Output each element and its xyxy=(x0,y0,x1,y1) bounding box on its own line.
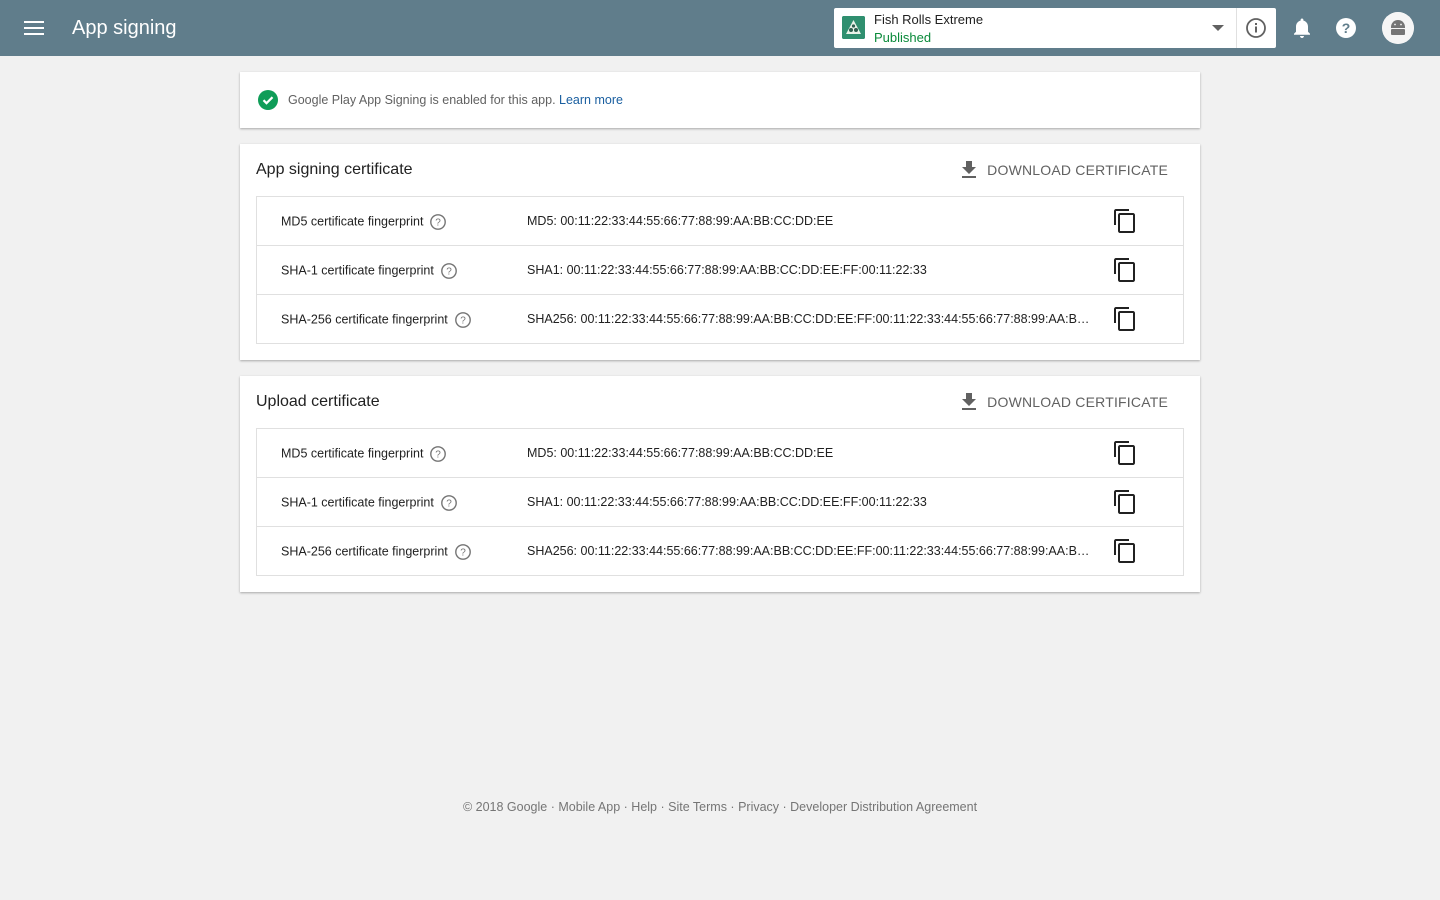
svg-text:?: ? xyxy=(1342,20,1351,36)
fingerprint-label-text: MD5 certificate fingerprint xyxy=(281,446,424,461)
hamburger-menu-icon[interactable] xyxy=(14,8,54,48)
svg-text:?: ? xyxy=(460,548,466,559)
copy-icon[interactable] xyxy=(1113,258,1137,282)
fingerprint-value: SHA256: 00:11:22:33:44:55:66:77:88:99:AA… xyxy=(527,312,1097,326)
app-signing-certificate-card: App signing certificate DOWNLOAD CERTIFI… xyxy=(240,144,1200,360)
banner-message-text: Google Play App Signing is enabled for t… xyxy=(288,93,556,107)
fingerprint-row-sha256: SHA-256 certificate fingerprint? SHA256:… xyxy=(257,295,1183,343)
notifications-bell-icon[interactable] xyxy=(1290,16,1314,40)
fingerprint-value: SHA1: 00:11:22:33:44:55:66:77:88:99:AA:B… xyxy=(527,263,927,277)
download-certificate-button[interactable]: DOWNLOAD CERTIFICATE xyxy=(949,386,1184,418)
fingerprint-label-text: SHA-1 certificate fingerprint xyxy=(281,263,434,278)
card-title: App signing certificate xyxy=(256,161,413,178)
copy-icon[interactable] xyxy=(1113,209,1137,233)
help-outline-icon[interactable]: ? xyxy=(429,213,447,231)
fingerprint-label: SHA-1 certificate fingerprint? xyxy=(281,494,458,512)
svg-text:?: ? xyxy=(436,218,442,229)
footer-link-privacy[interactable]: Privacy xyxy=(738,800,779,814)
footer-link-mobile-app[interactable]: Mobile App xyxy=(558,800,620,814)
svg-text:?: ? xyxy=(460,316,466,327)
download-certificate-label: DOWNLOAD CERTIFICATE xyxy=(987,394,1168,410)
info-icon[interactable] xyxy=(1244,16,1268,40)
fingerprint-row-md5: MD5 certificate fingerprint? MD5: 00:11:… xyxy=(257,197,1183,246)
help-outline-icon[interactable]: ? xyxy=(429,445,447,463)
fingerprint-row-sha256: SHA-256 certificate fingerprint? SHA256:… xyxy=(257,527,1183,575)
fingerprint-label-text: SHA-256 certificate fingerprint xyxy=(281,544,448,559)
svg-text:?: ? xyxy=(446,267,452,278)
fingerprint-label: MD5 certificate fingerprint? xyxy=(281,213,447,231)
divider xyxy=(1236,8,1237,48)
copy-icon[interactable] xyxy=(1113,307,1137,331)
help-icon[interactable]: ? xyxy=(1334,16,1358,40)
download-icon xyxy=(962,161,977,178)
footer-link-developer-distribution-agreement[interactable]: Developer Distribution Agreement xyxy=(790,800,977,814)
upload-certificate-card: Upload certificate DOWNLOAD CERTIFICATE … xyxy=(240,376,1200,592)
fingerprint-label: SHA-1 certificate fingerprint? xyxy=(281,262,458,280)
fingerprint-label-text: SHA-1 certificate fingerprint xyxy=(281,495,434,510)
fingerprint-label-text: MD5 certificate fingerprint xyxy=(281,214,424,229)
fingerprint-label: SHA-256 certificate fingerprint? xyxy=(281,543,472,561)
fingerprint-label: SHA-256 certificate fingerprint? xyxy=(281,311,472,329)
svg-text:?: ? xyxy=(436,450,442,461)
download-certificate-label: DOWNLOAD CERTIFICATE xyxy=(987,162,1168,178)
app-icon xyxy=(842,16,865,39)
learn-more-link[interactable]: Learn more xyxy=(559,93,623,107)
footer-separator: · xyxy=(657,800,669,814)
fingerprint-value: MD5: 00:11:22:33:44:55:66:77:88:99:AA:BB… xyxy=(527,446,834,460)
app-picker-dropdown[interactable]: Fish Rolls Extreme Published xyxy=(834,8,1276,48)
help-outline-icon[interactable]: ? xyxy=(440,494,458,512)
fingerprint-table: MD5 certificate fingerprint? MD5: 00:11:… xyxy=(256,196,1184,344)
footer-copyright: © 2018 Google xyxy=(462,800,548,814)
fingerprint-value: SHA1: 00:11:22:33:44:55:66:77:88:99:AA:B… xyxy=(527,495,927,509)
banner-message: Google Play App Signing is enabled for t… xyxy=(288,92,623,108)
page-footer: © 2018 Google · Mobile App · Help · Site… xyxy=(0,799,1440,815)
fingerprint-value: SHA256: 00:11:22:33:44:55:66:77:88:99:AA… xyxy=(527,544,1097,558)
copy-icon[interactable] xyxy=(1113,539,1137,563)
account-avatar[interactable] xyxy=(1382,12,1414,44)
download-certificate-button[interactable]: DOWNLOAD CERTIFICATE xyxy=(949,154,1184,186)
dropdown-arrow-icon xyxy=(1212,25,1224,31)
footer-separator: · xyxy=(620,800,632,814)
top-app-bar: App signing Fish Rolls Extreme Published… xyxy=(0,0,1440,56)
help-outline-icon[interactable]: ? xyxy=(440,262,458,280)
app-status: Published xyxy=(874,30,932,45)
download-icon xyxy=(962,393,977,410)
fingerprint-row-sha1: SHA-1 certificate fingerprint? SHA1: 00:… xyxy=(257,246,1183,295)
check-circle-icon xyxy=(258,90,278,110)
fingerprint-value: MD5: 00:11:22:33:44:55:66:77:88:99:AA:BB… xyxy=(527,214,834,228)
fingerprint-table: MD5 certificate fingerprint? MD5: 00:11:… xyxy=(256,428,1184,576)
app-name: Fish Rolls Extreme xyxy=(874,12,984,27)
footer-separator: · xyxy=(779,800,791,814)
copy-icon[interactable] xyxy=(1113,490,1137,514)
fingerprint-label-text: SHA-256 certificate fingerprint xyxy=(281,312,448,327)
fingerprint-row-sha1: SHA-1 certificate fingerprint? SHA1: 00:… xyxy=(257,478,1183,527)
card-title: Upload certificate xyxy=(256,393,380,410)
svg-text:?: ? xyxy=(446,499,452,510)
footer-separator: · xyxy=(726,800,739,814)
footer-link-help[interactable]: Help xyxy=(631,800,657,814)
fingerprint-row-md5: MD5 certificate fingerprint? MD5: 00:11:… xyxy=(257,429,1183,478)
copy-icon[interactable] xyxy=(1113,441,1137,465)
page-title: App signing xyxy=(72,17,177,39)
help-outline-icon[interactable]: ? xyxy=(454,543,472,561)
help-outline-icon[interactable]: ? xyxy=(454,311,472,329)
fingerprint-label: MD5 certificate fingerprint? xyxy=(281,445,447,463)
app-signing-status-banner: Google Play App Signing is enabled for t… xyxy=(240,72,1200,128)
footer-separator: · xyxy=(547,800,559,814)
footer-link-site-terms[interactable]: Site Terms xyxy=(668,800,727,814)
